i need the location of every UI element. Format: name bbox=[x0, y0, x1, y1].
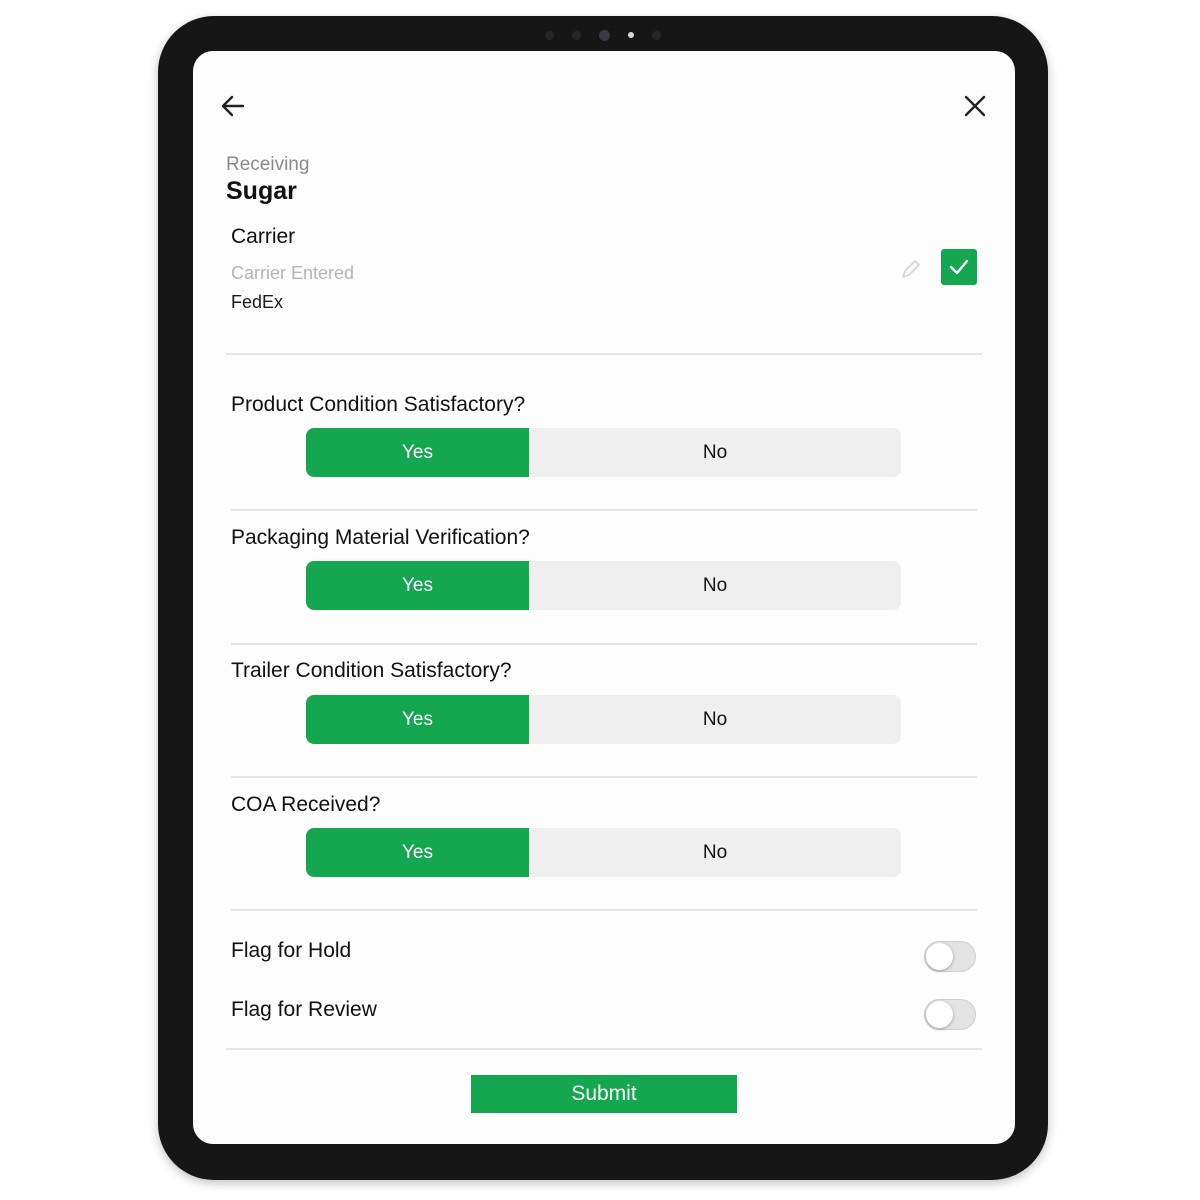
question-label: Product Condition Satisfactory? bbox=[231, 393, 526, 416]
segment-no[interactable]: No bbox=[529, 695, 901, 744]
toggle-knob bbox=[926, 943, 953, 970]
carrier-value: FedEx bbox=[231, 292, 284, 312]
carrier-section-label: Carrier bbox=[231, 225, 296, 248]
question-label: COA Received? bbox=[231, 793, 381, 816]
carrier-confirm-checkbox[interactable] bbox=[941, 249, 977, 285]
carrier-field-label: Carrier Entered bbox=[231, 263, 355, 283]
tablet-frame: Receiving Sugar Carrier Carrier Entered … bbox=[158, 16, 1048, 1180]
checkmark-icon bbox=[949, 259, 969, 275]
flag-review-toggle[interactable] bbox=[924, 999, 976, 1030]
sensor-dot bbox=[572, 30, 581, 40]
yes-no-segmented-control: Yes No bbox=[306, 561, 901, 610]
divider bbox=[226, 353, 982, 355]
segment-no[interactable]: No bbox=[529, 561, 901, 610]
divider bbox=[226, 1048, 982, 1050]
close-x-icon[interactable] bbox=[961, 92, 989, 120]
segment-yes[interactable]: Yes bbox=[306, 428, 529, 477]
yes-no-segmented-control: Yes No bbox=[306, 828, 901, 877]
question-label: Trailer Condition Satisfactory? bbox=[231, 659, 512, 682]
yes-no-segmented-control: Yes No bbox=[306, 695, 901, 744]
sensor-dot bbox=[545, 30, 554, 40]
camera-indicator bbox=[628, 32, 634, 38]
divider bbox=[231, 643, 977, 645]
segment-yes[interactable]: Yes bbox=[306, 561, 529, 610]
divider bbox=[231, 776, 977, 778]
segment-no[interactable]: No bbox=[529, 828, 901, 877]
page-title: Sugar bbox=[226, 177, 297, 205]
segment-yes[interactable]: Yes bbox=[306, 695, 529, 744]
toggle-knob bbox=[926, 1001, 953, 1028]
segment-yes[interactable]: Yes bbox=[306, 828, 529, 877]
segment-no[interactable]: No bbox=[529, 428, 901, 477]
divider bbox=[231, 509, 977, 511]
arrow-left-icon[interactable] bbox=[219, 92, 247, 120]
app-screen: Receiving Sugar Carrier Carrier Entered … bbox=[193, 51, 1015, 1144]
question-label: Packaging Material Verification? bbox=[231, 526, 530, 549]
submit-button[interactable]: Submit bbox=[471, 1075, 737, 1113]
flag-review-label: Flag for Review bbox=[231, 998, 377, 1021]
divider bbox=[231, 909, 977, 911]
pencil-icon[interactable] bbox=[899, 257, 923, 281]
camera-lens bbox=[599, 29, 610, 41]
breadcrumb: Receiving bbox=[226, 154, 310, 175]
flag-hold-label: Flag for Hold bbox=[231, 939, 352, 962]
camera-bar bbox=[158, 29, 1048, 41]
sensor-dot bbox=[652, 30, 661, 40]
yes-no-segmented-control: Yes No bbox=[306, 428, 901, 477]
flag-hold-toggle[interactable] bbox=[924, 941, 976, 972]
